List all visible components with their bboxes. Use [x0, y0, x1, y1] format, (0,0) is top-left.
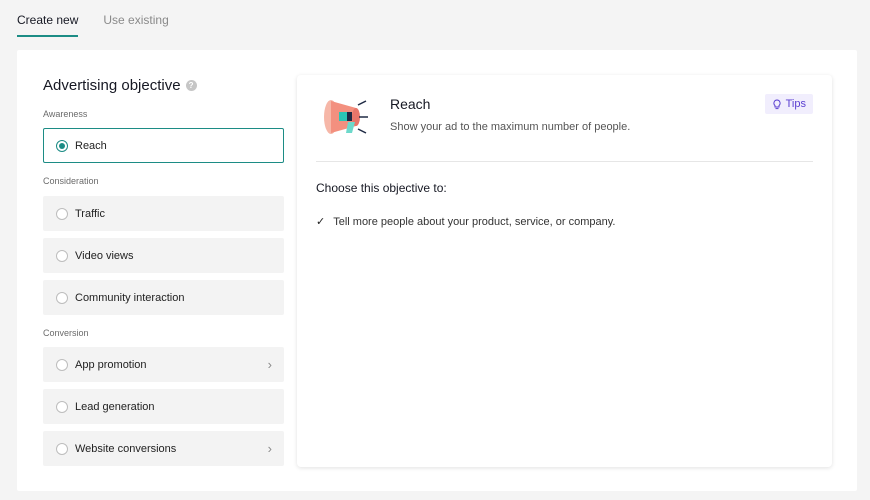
radio-icon	[56, 249, 68, 262]
option-label: Lead generation	[75, 400, 155, 413]
option-label: Website conversions	[75, 442, 177, 455]
objective-title: Advertising objective	[43, 76, 181, 94]
option-label: App promotion	[75, 358, 147, 371]
option-label: Video views	[75, 249, 134, 262]
benefit-text: Tell more people about your product, ser…	[333, 215, 616, 228]
option-video-views[interactable]: Video views	[43, 238, 284, 273]
objective-list: Advertising objective ? Awareness Reach …	[43, 76, 284, 466]
option-reach[interactable]: Reach	[43, 128, 284, 163]
tab-create-new[interactable]: Create new	[17, 13, 79, 37]
chevron-right-icon: ›	[267, 357, 272, 372]
megaphone-icon	[324, 100, 368, 134]
benefit-item: ✓ Tell more people about your product, s…	[316, 215, 616, 229]
option-label: Community interaction	[75, 291, 185, 304]
option-traffic[interactable]: Traffic	[43, 196, 284, 231]
question-circle-icon[interactable]: ?	[185, 79, 197, 91]
radio-icon	[56, 207, 68, 220]
radio-icon	[56, 291, 68, 304]
objective-tabs: Create new Use existing	[17, 0, 169, 37]
checkmark-icon: ✓	[316, 216, 326, 228]
radio-icon	[56, 442, 68, 455]
section-awareness: Awareness	[43, 109, 88, 119]
detail-title: Reach	[390, 96, 431, 112]
objective-heading: Advertising objective ?	[43, 76, 284, 94]
section-conversion: Conversion	[43, 328, 89, 338]
option-community-interaction[interactable]: Community interaction	[43, 280, 284, 315]
option-label: Reach	[75, 139, 107, 152]
tips-button[interactable]: Tips	[764, 94, 813, 114]
radio-selected-icon	[56, 139, 68, 152]
radio-icon	[56, 400, 68, 413]
option-lead-generation[interactable]: Lead generation	[43, 389, 284, 424]
divider	[316, 161, 813, 162]
chevron-right-icon: ›	[267, 441, 272, 456]
tips-label: Tips	[785, 98, 806, 110]
choose-heading: Choose this objective to:	[316, 181, 447, 195]
option-label: Traffic	[75, 207, 105, 220]
radio-icon	[56, 358, 68, 371]
detail-subtitle: Show your ad to the maximum number of pe…	[390, 121, 631, 133]
tab-use-existing[interactable]: Use existing	[103, 13, 168, 37]
lightbulb-icon	[773, 98, 781, 109]
option-website-conversions[interactable]: Website conversions ›	[43, 431, 284, 466]
objective-detail-card: Reach Show your ad to the maximum number…	[297, 75, 832, 467]
section-consideration: Consideration	[43, 176, 99, 186]
option-app-promotion[interactable]: App promotion ›	[43, 347, 284, 382]
campaign-panel: Advertising objective ? Awareness Reach …	[17, 50, 857, 491]
